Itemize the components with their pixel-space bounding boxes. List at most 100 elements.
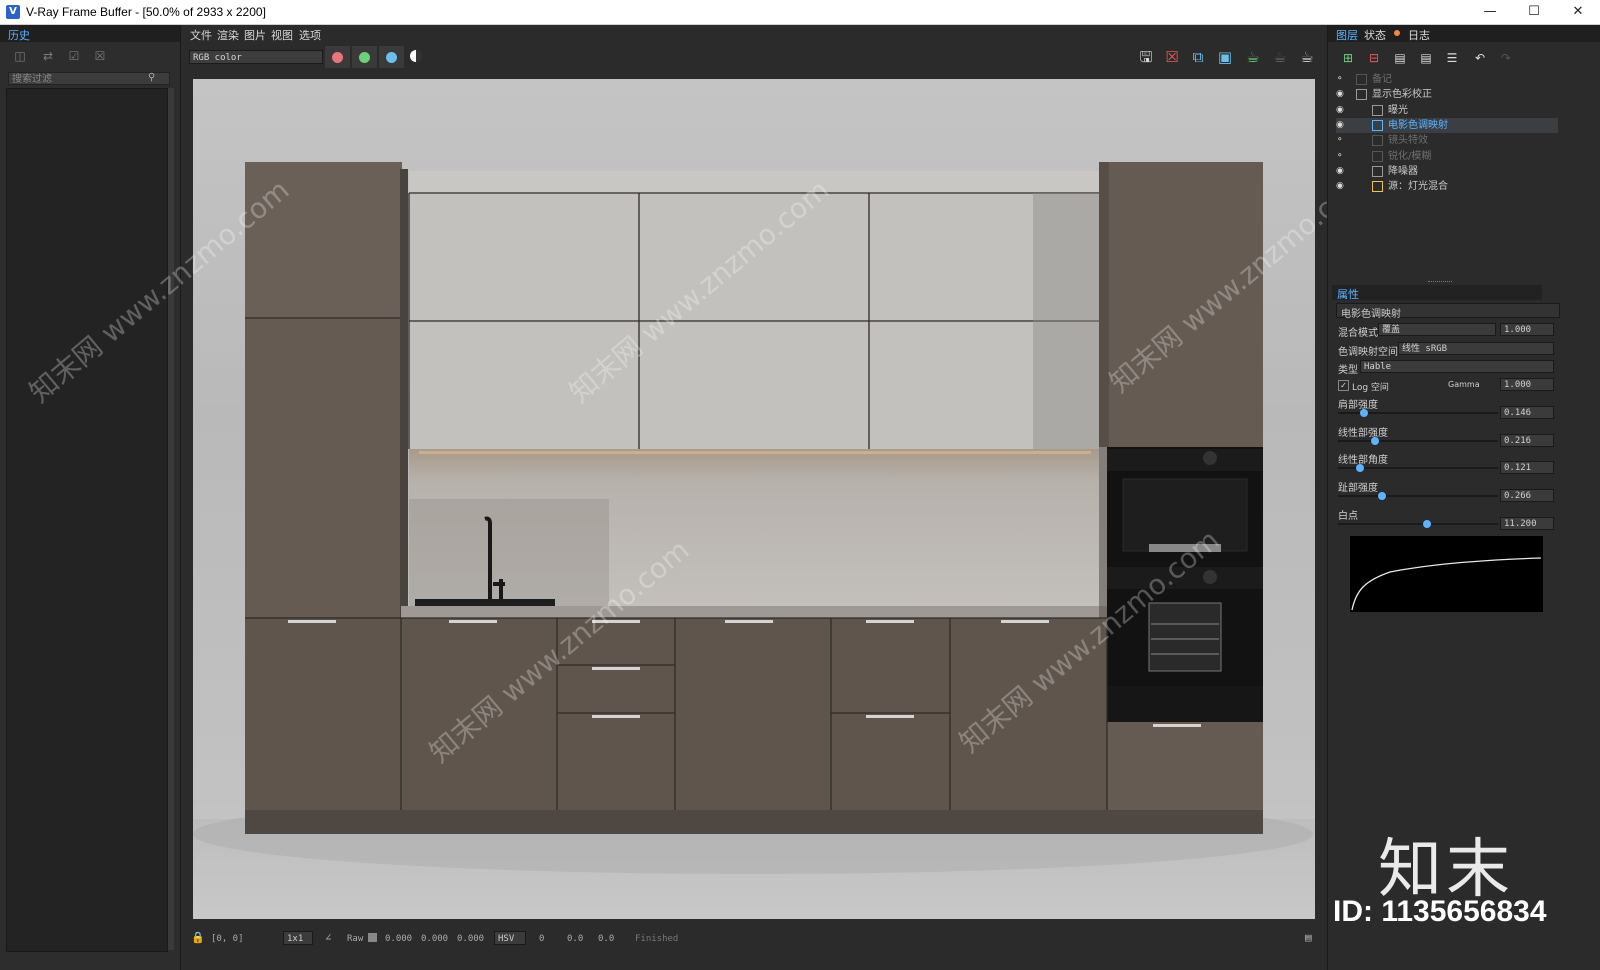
layer-icon (1356, 74, 1367, 85)
teapot-icon[interactable]: ☕ (1297, 48, 1317, 66)
delete-layer-icon[interactable]: ⊟ (1366, 51, 1382, 65)
slider-value-input[interactable]: 0.216 (1500, 434, 1554, 447)
slider-track[interactable] (1338, 464, 1498, 472)
layer-icon (1372, 120, 1383, 131)
kitchen-render (193, 162, 1315, 919)
layer-label: 锐化/模糊 (1388, 151, 1432, 162)
red-channel-icon (332, 52, 343, 63)
tab-status[interactable]: 状态 (1360, 26, 1390, 44)
slider-label: 线性部强度 (1338, 428, 1388, 439)
compare-icon[interactable]: ⇄ (40, 49, 56, 63)
layer-label: 备记 (1372, 74, 1392, 85)
visibility-icon[interactable]: ◉ (1336, 87, 1348, 102)
add-layer-icon[interactable]: ⊞ (1340, 51, 1356, 65)
blend-amount-input[interactable]: 1.000 (1500, 323, 1554, 336)
slider-knob[interactable] (1423, 520, 1431, 528)
gamma-input[interactable]: 1.000 (1500, 378, 1554, 391)
menu-view[interactable]: 视图 (271, 27, 293, 43)
render-icon[interactable]: ☕ (1243, 48, 1263, 66)
history-scrollbar[interactable] (168, 88, 174, 950)
undo-icon[interactable]: ↶ (1472, 51, 1488, 65)
history-list[interactable] (6, 88, 168, 952)
visibility-icon[interactable]: ⚬ (1336, 133, 1348, 148)
slider-value-input[interactable]: 0.266 (1500, 489, 1554, 502)
channel-select[interactable]: RGB color (189, 50, 323, 64)
close-icon[interactable]: ✕ (1556, 0, 1600, 24)
menu-file[interactable]: 文件 (190, 27, 212, 43)
blue-channel-button[interactable] (379, 46, 404, 68)
blend-mode-label: 混合模式 (1338, 328, 1378, 339)
slider-value-input[interactable]: 11.200 (1500, 517, 1554, 530)
visibility-icon[interactable]: ◉ (1336, 164, 1348, 179)
load-layers-icon[interactable]: ▤ (1418, 51, 1434, 65)
layer-name-value: 电影色调映射 (1341, 309, 1401, 320)
clear-icon[interactable]: ☒ (1162, 48, 1182, 66)
tonemap-space-select[interactable]: 线性 sRGB (1398, 342, 1554, 355)
maximize-icon[interactable]: ☐ (1512, 0, 1556, 24)
blend-mode-select[interactable]: 覆盖 (1378, 323, 1496, 336)
alpha-channel-icon[interactable] (410, 50, 422, 62)
slider-knob[interactable] (1360, 409, 1368, 417)
layers-tab-row: 图层 状态 日志 (1328, 25, 1600, 42)
log-space-checkbox[interactable]: ✓ (1338, 380, 1349, 391)
tab-log[interactable]: 日志 (1404, 26, 1434, 44)
tonemap-space-label: 色调映射空间 (1338, 347, 1398, 358)
search-icon[interactable]: ⚲ (148, 72, 160, 85)
visibility-icon[interactable]: ◉ (1336, 118, 1348, 133)
layer-row[interactable]: ◉ 源：灯光混合 (1336, 179, 1558, 194)
save-icon[interactable]: 🖫 (1136, 48, 1156, 66)
type-select[interactable]: Hable (1360, 360, 1554, 373)
s-value: 0.0 (567, 934, 584, 944)
region-icon[interactable]: ⧉ (1188, 48, 1208, 66)
layer-name-field[interactable]: 电影色调映射 (1336, 303, 1560, 320)
tab-history[interactable]: 历史 (4, 26, 34, 44)
title-bar: V V-Ray Frame Buffer - [50.0% of 2933 x … (0, 0, 1600, 25)
layer-row[interactable]: ◉ 曝光 (1336, 103, 1558, 118)
save-layers-icon[interactable]: ▤ (1392, 51, 1408, 65)
layer-label: 镜头特效 (1388, 135, 1428, 146)
slider-knob[interactable] (1356, 464, 1364, 472)
r-value: 0.000 (385, 934, 413, 944)
redo-icon[interactable]: ↷ (1498, 51, 1514, 65)
minimize-icon[interactable]: — (1468, 0, 1512, 24)
layer-row[interactable]: ⚬ 锐化/模糊 (1336, 149, 1558, 164)
menu-options[interactable]: 选项 (299, 27, 321, 43)
layer-icon (1372, 166, 1383, 177)
red-channel-button[interactable] (325, 46, 350, 68)
slider-value-input[interactable]: 0.121 (1500, 461, 1554, 474)
slider-value-input[interactable]: 0.146 (1500, 406, 1554, 419)
slider-knob[interactable] (1378, 492, 1386, 500)
menu-render[interactable]: 渲染 (217, 27, 239, 43)
visibility-icon[interactable]: ◉ (1336, 179, 1348, 194)
slider-knob[interactable] (1371, 437, 1379, 445)
layer-row-selected[interactable]: ◉ 电影色调映射 (1336, 118, 1558, 133)
layer-row[interactable]: ◉ 降噪器 (1336, 164, 1558, 179)
save-history-icon[interactable]: ◫ (12, 49, 28, 63)
color-mode-select[interactable]: HSV (494, 931, 526, 945)
visibility-icon[interactable]: ⚬ (1336, 72, 1348, 87)
layer-row[interactable]: ⚬ 备记 (1336, 72, 1558, 87)
slider-track[interactable] (1338, 409, 1498, 417)
status-bar: 🔒 [0, 0] 1x1 ∠ Raw 0.000 0.000 0.000 HSV… (185, 928, 1325, 950)
visibility-icon[interactable]: ◉ (1336, 103, 1348, 118)
green-channel-button[interactable] (352, 46, 377, 68)
zoom-select[interactable]: 1x1 (283, 931, 313, 945)
panel-toggle-icon[interactable]: ▤ (1305, 931, 1312, 944)
fit-icon[interactable]: ▣ (1215, 48, 1235, 66)
curve-icon[interactable]: ∠ (325, 931, 332, 944)
delete-history-icon[interactable]: ☒ (92, 49, 108, 63)
layer-row[interactable]: ⚬ 镜头特效 (1336, 133, 1558, 148)
slider-track[interactable] (1338, 520, 1498, 528)
list-menu-icon[interactable]: ☰ (1444, 51, 1460, 65)
load-history-icon[interactable]: ☑ (66, 49, 82, 63)
slider-track[interactable] (1338, 492, 1498, 500)
layer-icon (1372, 105, 1383, 116)
lock-icon[interactable]: 🔒 (191, 931, 205, 944)
menu-image[interactable]: 图片 (244, 27, 266, 43)
history-search-input[interactable]: 搜索过滤 (8, 72, 170, 85)
slider-track[interactable] (1338, 437, 1498, 445)
stop-icon[interactable]: ☕ (1270, 48, 1290, 66)
tab-layers[interactable]: 图层 (1332, 26, 1362, 44)
layer-row[interactable]: ◉ 显示色彩校正 (1336, 87, 1558, 102)
visibility-icon[interactable]: ⚬ (1336, 149, 1348, 164)
